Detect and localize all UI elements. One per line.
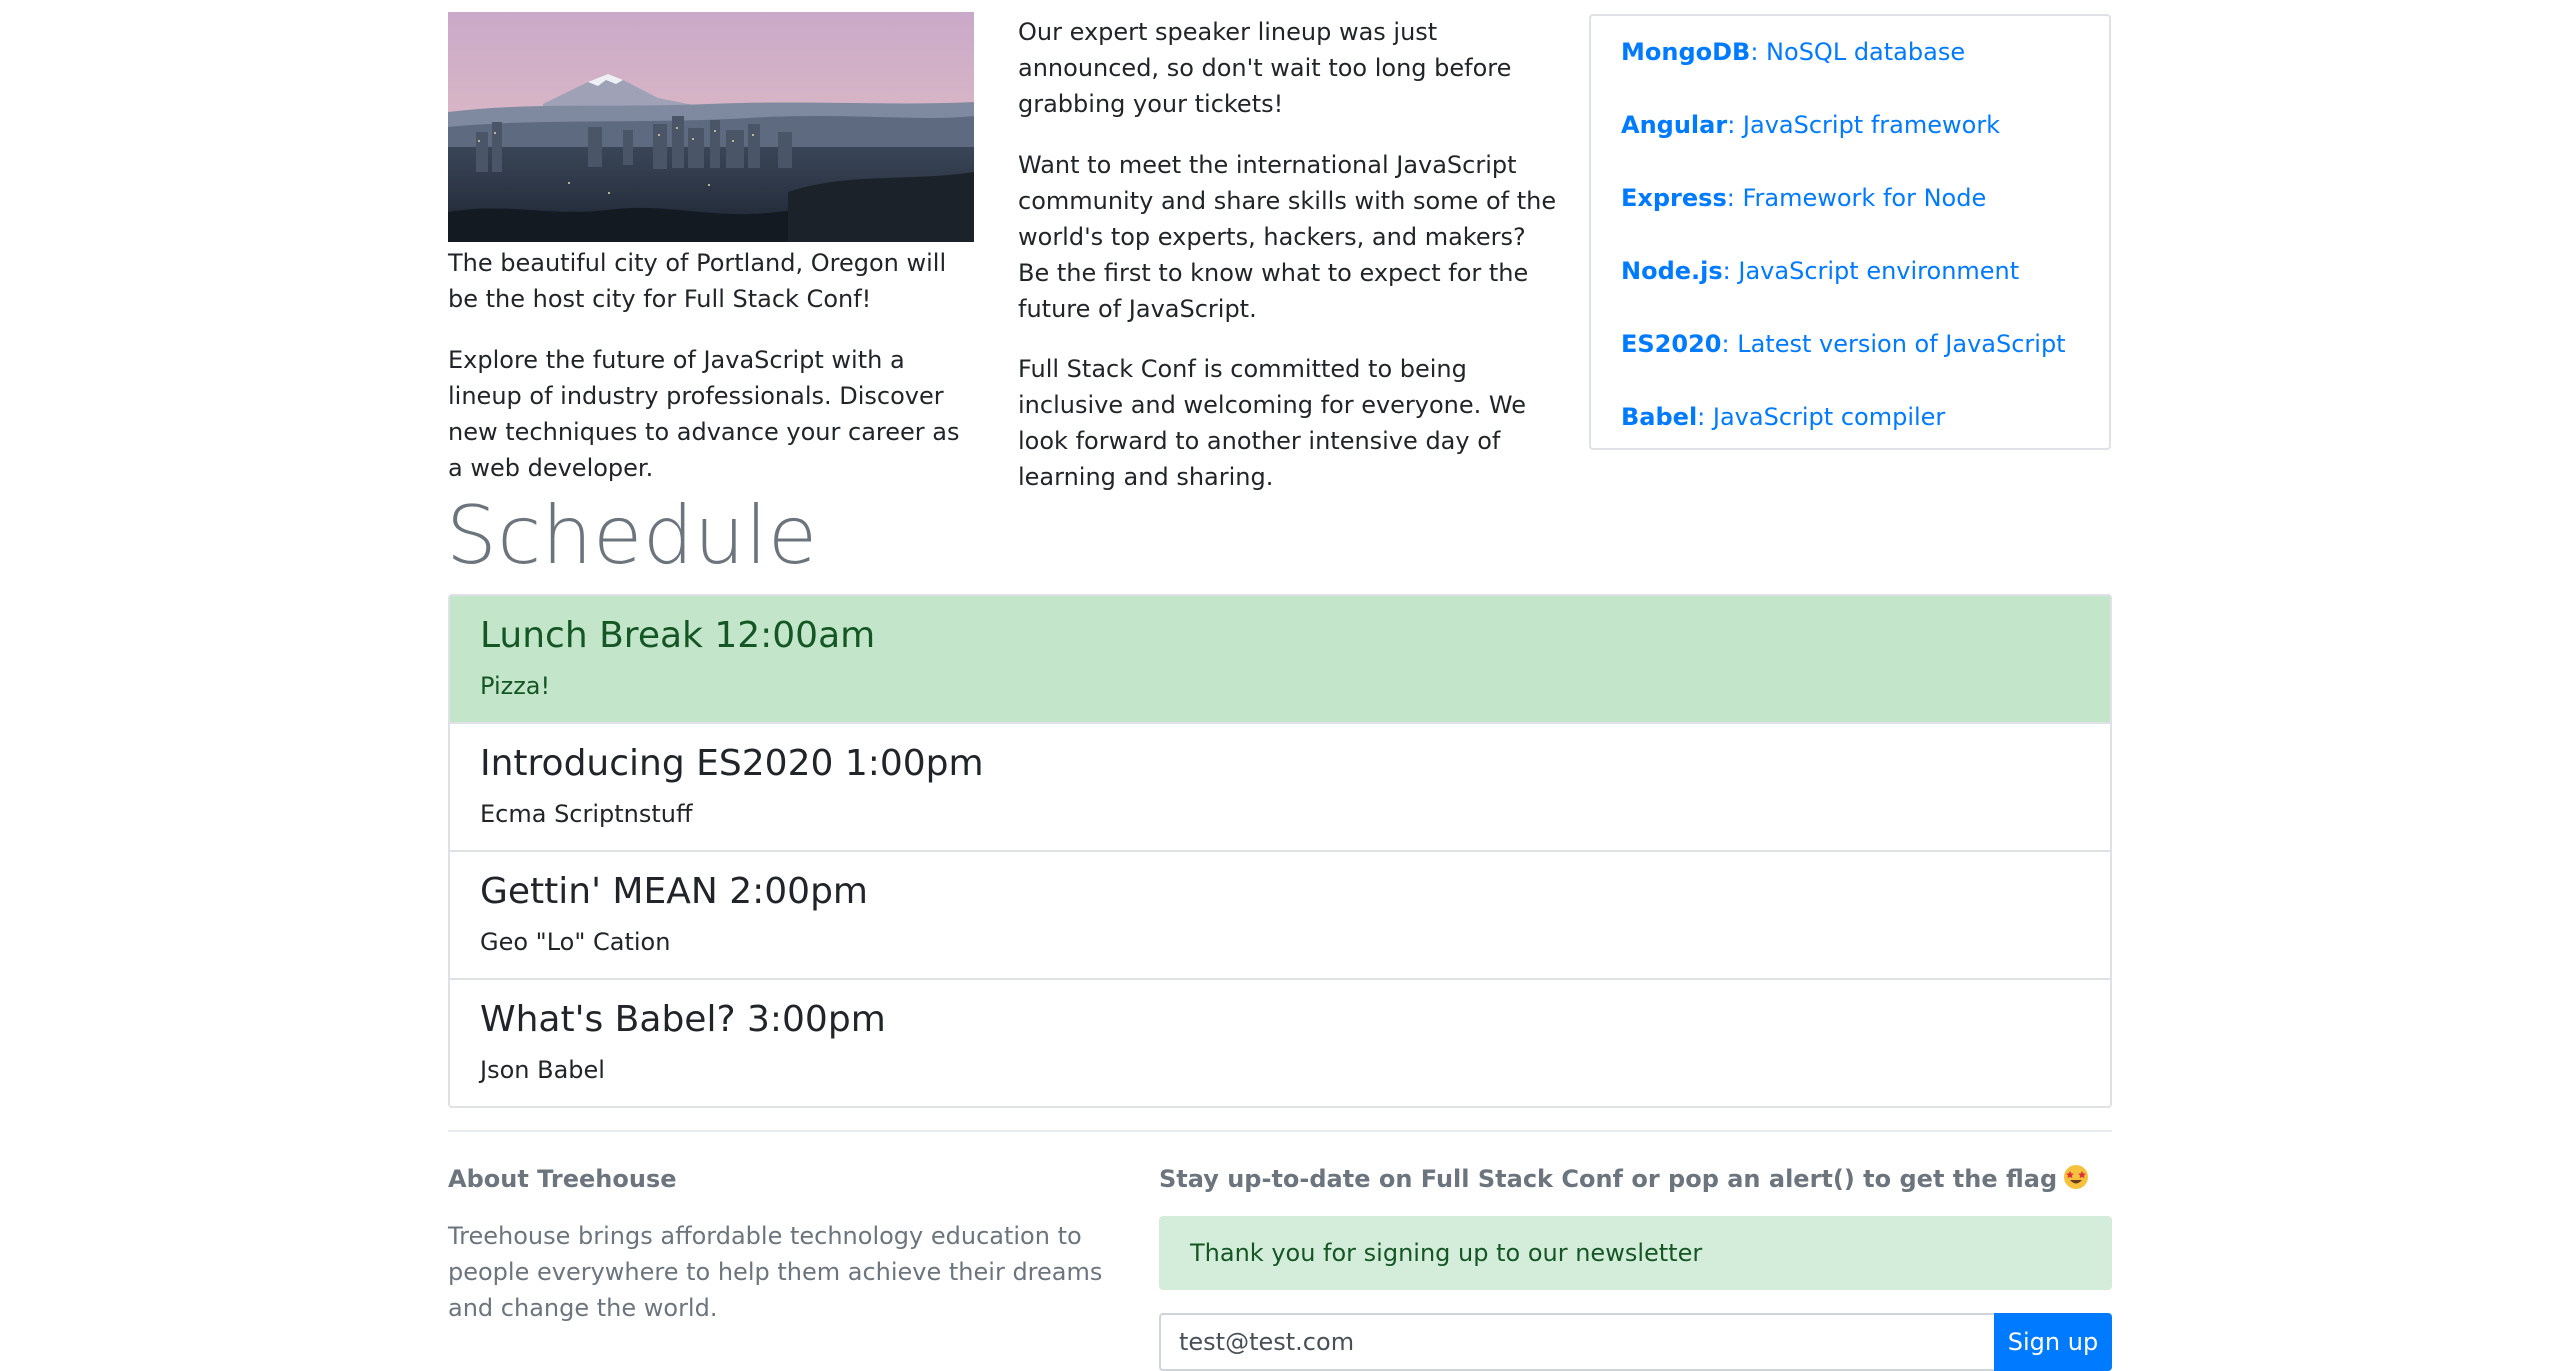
schedule-item-speaker: Ecma Scriptnstuff: [480, 800, 693, 828]
tech-item-nodejs[interactable]: Node.js: JavaScript environment: [1621, 255, 2019, 287]
schedule-item-speaker: Geo "Lo" Cation: [480, 928, 671, 956]
footer-divider: [448, 1130, 2112, 1132]
schedule-heading: Schedule: [446, 489, 818, 582]
schedule-item-title: Gettin' MEAN 2:00pm: [480, 871, 869, 912]
schedule-item-es2020: Introducing ES2020 1:00pm Ecma Scriptnst…: [450, 722, 2110, 850]
inclusive-paragraph: Full Stack Conf is committed to being in…: [1018, 355, 1527, 491]
hero-caption: The beautiful city of Portland, Oregon w…: [448, 249, 947, 313]
schedule-item-title: Lunch Break 12:00am: [480, 615, 876, 656]
about-paragraph: Treehouse brings affordable technology e…: [448, 1222, 1103, 1322]
alert-text: Thank you for signing up to our newslett…: [1190, 1239, 1703, 1267]
schedule-item-speaker: Pizza!: [480, 672, 551, 700]
portland-city-image: [448, 12, 974, 242]
community-paragraph: Want to meet the international JavaScrip…: [1018, 151, 1557, 323]
about-heading: About Treehouse: [448, 1165, 677, 1193]
newsletter-success-alert: Thank you for signing up to our newslett…: [1159, 1216, 2112, 1290]
tech-item-es2020[interactable]: ES2020: Latest version of JavaScript: [1621, 328, 2066, 360]
tech-list-card: MongoDB: NoSQL database Angular: JavaScr…: [1589, 14, 2111, 450]
signup-button[interactable]: Sign up: [1994, 1313, 2112, 1371]
schedule-item-title: Introducing ES2020 1:00pm: [480, 743, 984, 784]
schedule-list: Lunch Break 12:00am Pizza! Introducing E…: [448, 594, 2112, 1108]
email-input[interactable]: [1159, 1313, 1994, 1371]
newsletter-heading-text: Stay up-to-date on Full Stack Conf or po…: [1159, 1165, 2058, 1193]
schedule-item-lunch: Lunch Break 12:00am Pizza!: [450, 596, 2110, 722]
star-struck-emoji-icon: [2063, 1164, 2089, 1198]
schedule-item-speaker: Json Babel: [480, 1056, 605, 1084]
tech-item-angular[interactable]: Angular: JavaScript framework: [1621, 109, 2000, 141]
explore-paragraph: Explore the future of JavaScript with a …: [448, 346, 960, 482]
tech-item-babel[interactable]: Babel: JavaScript compiler: [1621, 401, 1945, 433]
schedule-item-babel: What's Babel? 3:00pm Json Babel: [450, 978, 2110, 1106]
tech-item-mongodb[interactable]: MongoDB: NoSQL database: [1621, 36, 1965, 68]
tech-item-express[interactable]: Express: Framework for Node: [1621, 182, 1986, 214]
schedule-item-mean: Gettin' MEAN 2:00pm Geo "Lo" Cation: [450, 850, 2110, 978]
speaker-lineup-paragraph: Our expert speaker lineup was just annou…: [1018, 18, 1512, 118]
newsletter-heading: Stay up-to-date on Full Stack Conf or po…: [1159, 1163, 2089, 1198]
schedule-item-title: What's Babel? 3:00pm: [480, 999, 886, 1040]
